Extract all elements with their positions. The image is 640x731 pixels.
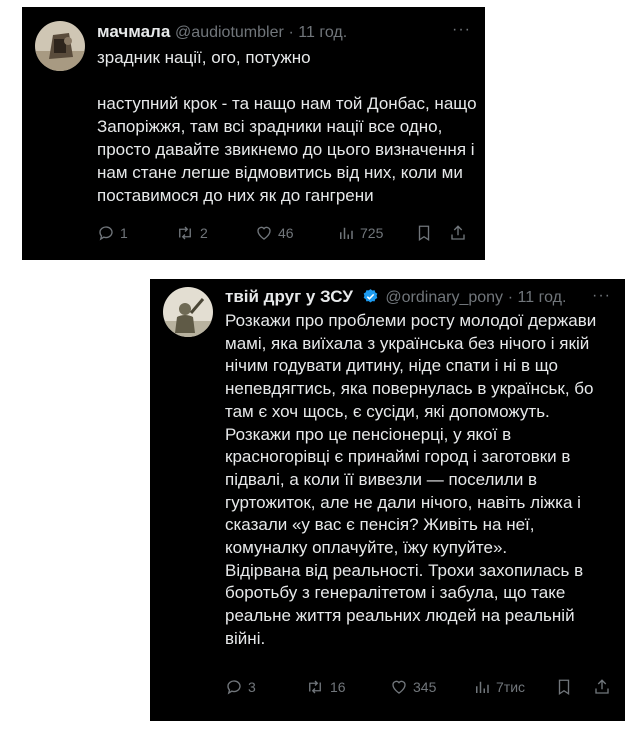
tweet-paragraph: Розкажи про це пенсіонерці, у якої в кра…: [225, 424, 581, 558]
tweet-text: Розкажи про проблеми росту молодої держа…: [225, 310, 615, 651]
share-icon: [451, 225, 465, 240]
reply-icon: [227, 680, 241, 695]
repost-icon: [179, 226, 191, 240]
user-handle[interactable]: @audiotumbler: [175, 24, 284, 41]
tweet-header: мачмала @audiotumbler · 11 год.: [97, 21, 347, 44]
views-count: 7тис: [496, 679, 526, 695]
tweet-paragraph: наступний крок - та нащо нам той Донбас,…: [97, 94, 477, 205]
views-icon: [476, 681, 489, 693]
repost-button[interactable]: 2: [175, 224, 208, 242]
repost-button[interactable]: 16: [305, 678, 346, 696]
views-icon: [340, 227, 353, 239]
reply-button[interactable]: 1: [97, 224, 128, 242]
bookmark-button[interactable]: [555, 678, 573, 696]
like-button[interactable]: 345: [390, 678, 436, 696]
reply-count: 3: [248, 679, 256, 695]
bookmark-icon: [558, 679, 570, 696]
tweet-header: твій друг у ЗСУ @ordinary_pony · 11 год.: [225, 286, 566, 309]
more-icon[interactable]: ···: [592, 287, 611, 305]
share-icon: [595, 679, 609, 694]
avatar[interactable]: [35, 21, 85, 71]
repost-icon: [309, 680, 321, 694]
tweet-text: зрадник нації, ого, потужно наступний кр…: [97, 46, 477, 207]
like-count: 345: [413, 679, 437, 695]
tweet-paragraph: Розкажи про проблеми росту молодої держа…: [225, 311, 597, 421]
like-count: 46: [278, 225, 294, 241]
avatar[interactable]: [163, 287, 213, 337]
reply-icon: [99, 226, 113, 241]
share-button[interactable]: [593, 678, 611, 696]
views-button[interactable]: 725: [337, 224, 383, 242]
user-handle[interactable]: @ordinary_pony: [385, 289, 503, 306]
views-count: 725: [360, 225, 384, 241]
like-icon: [392, 680, 406, 694]
tweet-paragraph: Відірвана від реальності. Трохи захопила…: [225, 560, 584, 648]
timestamp[interactable]: · 11 год.: [508, 289, 567, 306]
more-icon[interactable]: ···: [452, 21, 471, 39]
reply-button[interactable]: 3: [225, 678, 256, 696]
bookmark-button[interactable]: [415, 224, 433, 242]
like-icon: [257, 226, 271, 240]
display-name[interactable]: твій друг у ЗСУ: [225, 287, 353, 306]
tweet-card-1[interactable]: мачмала @audiotumbler · 11 год. ··· зрад…: [22, 7, 485, 260]
display-name[interactable]: мачмала: [97, 22, 170, 41]
tweet-paragraph: зрадник нації, ого, потужно: [97, 48, 311, 67]
timestamp[interactable]: · 11 год.: [289, 24, 348, 41]
verified-badge-icon: [363, 289, 377, 303]
repost-count: 16: [330, 679, 346, 695]
reply-count: 1: [120, 225, 128, 241]
tweet-card-2[interactable]: твій друг у ЗСУ @ordinary_pony · 11 год.…: [150, 279, 625, 721]
share-button[interactable]: [449, 224, 467, 242]
repost-count: 2: [200, 225, 208, 241]
views-button[interactable]: 7тис: [473, 678, 525, 696]
bookmark-icon: [418, 225, 430, 242]
like-button[interactable]: 46: [255, 224, 294, 242]
